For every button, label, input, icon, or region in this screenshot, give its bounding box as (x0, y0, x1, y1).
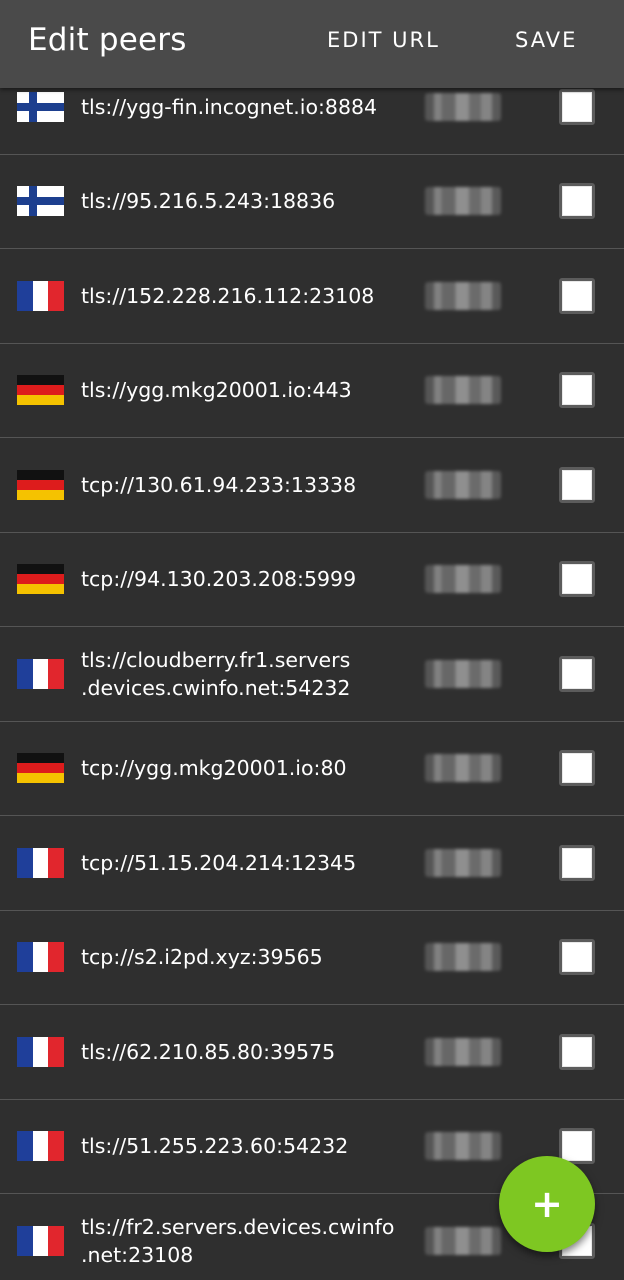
peer-address: tls://ygg.mkg20001.io:443 (81, 378, 352, 403)
france-flag-icon (17, 1225, 64, 1256)
germany-flag-icon (17, 753, 64, 784)
peer-latency-blurred (425, 754, 501, 783)
france-flag-icon (17, 942, 64, 973)
peer-address: tls://ygg-fin.incognet.io:8884 (81, 94, 378, 119)
peer-address: tcp://51.15.204.214:12345 (81, 850, 357, 875)
peer-row[interactable]: tcp://94.130.203.208:5999 (0, 533, 624, 627)
peer-checkbox[interactable] (559, 183, 595, 220)
peer-address: tls://152.228.216.112:23108 (81, 283, 375, 308)
germany-flag-icon (17, 469, 64, 500)
add-peer-button[interactable]: + (499, 1156, 595, 1252)
peer-row[interactable]: tls://ygg.mkg20001.io:443 (0, 344, 624, 438)
peer-address: tls://62.210.85.80:39575 (81, 1039, 336, 1064)
peer-checkbox[interactable] (559, 372, 595, 409)
finland-flag-icon (17, 91, 64, 122)
peer-latency-blurred (425, 281, 501, 310)
peer-row[interactable]: tcp://130.61.94.233:13338 (0, 438, 624, 533)
save-button[interactable]: SAVE (515, 28, 577, 52)
peer-address: tls://95.216.5.243:18836 (81, 189, 336, 214)
peer-checkbox[interactable] (559, 750, 595, 787)
peer-latency-blurred (425, 848, 501, 877)
peer-address: tcp://ygg.mkg20001.io:80 (81, 756, 347, 781)
peer-row[interactable]: tcp://s2.i2pd.xyz:39565 (0, 911, 624, 1005)
peer-row[interactable]: tls://95.216.5.243:18836 (0, 155, 624, 249)
peer-checkbox[interactable] (559, 277, 595, 314)
france-flag-icon (17, 658, 64, 689)
france-flag-icon (17, 280, 64, 311)
edit-url-button[interactable]: EDIT URL (327, 28, 440, 52)
peer-checkbox[interactable] (559, 939, 595, 976)
france-flag-icon (17, 1036, 64, 1067)
peer-latency-blurred (425, 1226, 501, 1255)
peer-address: tls://fr2.servers.devices.cwinfo .net:23… (81, 1214, 395, 1267)
peer-checkbox[interactable] (559, 466, 595, 503)
peer-checkbox[interactable] (559, 844, 595, 881)
peer-row[interactable]: tcp://51.15.204.214:12345 (0, 816, 624, 911)
plus-icon: + (531, 1182, 563, 1226)
peer-latency-blurred (425, 376, 501, 405)
peer-checkbox[interactable] (559, 88, 595, 125)
peer-row[interactable]: tls://152.228.216.112:23108 (0, 249, 624, 344)
peer-checkbox[interactable] (559, 1033, 595, 1070)
peer-row[interactable]: tcp://ygg.mkg20001.io:80 (0, 722, 624, 816)
peer-latency-blurred (425, 943, 501, 972)
peer-list[interactable]: tls://ygg-fin.incognet.io:8884 tls://95.2… (0, 60, 624, 1280)
peer-latency-blurred (425, 659, 501, 688)
peer-address: tls://cloudberry.fr1.servers .devices.cw… (81, 647, 351, 700)
page-title: Edit peers (28, 22, 187, 58)
peer-checkbox[interactable] (559, 561, 595, 598)
peer-address: tls://51.255.223.60:54232 (81, 1134, 349, 1159)
france-flag-icon (17, 847, 64, 878)
peer-latency-blurred (425, 187, 501, 216)
peer-address: tcp://130.61.94.233:13338 (81, 472, 357, 497)
peer-latency-blurred (425, 1037, 501, 1066)
germany-flag-icon (17, 564, 64, 595)
france-flag-icon (17, 1131, 64, 1162)
finland-flag-icon (17, 186, 64, 217)
peer-address: tcp://94.130.203.208:5999 (81, 567, 357, 592)
germany-flag-icon (17, 375, 64, 406)
app-bar: Edit peers EDIT URL SAVE (0, 0, 624, 88)
peer-address: tcp://s2.i2pd.xyz:39565 (81, 945, 323, 970)
peer-latency-blurred (425, 1132, 501, 1161)
peer-row[interactable]: tls://62.210.85.80:39575 (0, 1005, 624, 1100)
peer-checkbox[interactable] (559, 655, 595, 692)
peer-row[interactable]: tls://cloudberry.fr1.servers .devices.cw… (0, 627, 624, 722)
peer-latency-blurred (425, 565, 501, 594)
peer-latency-blurred (425, 92, 501, 121)
peer-latency-blurred (425, 470, 501, 499)
